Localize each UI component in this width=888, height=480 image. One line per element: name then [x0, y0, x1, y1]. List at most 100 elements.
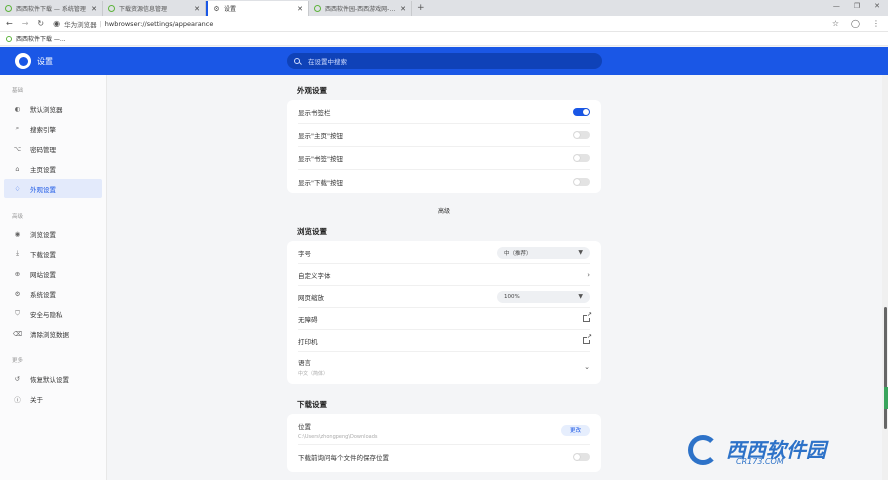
info-icon: ⓘ [14, 395, 21, 404]
site-info-icon[interactable]: ◉ [53, 19, 60, 28]
setting-label: 字号 [298, 249, 311, 258]
tab-title: 西西软件园-西西游戏网-多彩 [325, 6, 398, 13]
bookmarks-button-toggle[interactable] [573, 154, 590, 162]
search-icon [294, 58, 300, 64]
change-location-button[interactable]: 更改 [560, 424, 590, 436]
avatar-icon[interactable]: ◯ [851, 19, 860, 28]
setting-label: 自定义字体 [298, 271, 331, 280]
browsing-section-title: 浏览设置 [297, 227, 327, 236]
forward-icon[interactable]: → [22, 19, 29, 28]
new-tab-icon[interactable]: + [417, 3, 425, 13]
setting-row-bookmarks-button: 显示"书签"按钮 [298, 147, 590, 170]
tab-favicon-icon [108, 5, 115, 12]
sidebar-item-label: 搜索引擎 [30, 125, 56, 134]
close-icon[interactable]: ✕ [194, 5, 200, 13]
chevron-down-icon: ⌄ [584, 363, 590, 371]
default-browser-icon: ◐ [14, 104, 21, 113]
gear-icon: ⚙ [213, 4, 220, 13]
tab-3[interactable]: 西西软件园-西西游戏网-多彩 ✕ [309, 1, 412, 16]
setting-row-printer[interactable]: 打印机 [298, 330, 592, 352]
sidebar-item-label: 外观设置 [30, 185, 56, 194]
setting-label-group: 语言 中文（简体） [298, 357, 584, 377]
page-scrollbar[interactable] [882, 75, 888, 480]
browser-logo-icon [15, 53, 31, 69]
gear-icon: ⚙ [14, 289, 21, 298]
sidebar-item-homepage[interactable]: ⌂ 主页设置 [4, 159, 102, 178]
setting-label: 打印机 [298, 337, 318, 346]
tab-0[interactable]: 西西软件下载 — 系统管理 ✕ [0, 1, 103, 16]
external-link-icon [583, 311, 592, 322]
bookmarks-bar-toggle[interactable] [573, 108, 590, 116]
setting-label: 位置 [298, 422, 311, 431]
home-icon: ⌂ [15, 164, 20, 173]
language-value: 中文（简体） [298, 371, 329, 377]
sidebar-item-passwords[interactable]: ⌥ 密码管理 [4, 139, 102, 158]
sidebar-item-label: 清除浏览数据 [30, 330, 69, 339]
minimize-icon[interactable]: — [833, 2, 840, 10]
tab-title: 设置 [224, 6, 237, 13]
setting-label: 显示"主页"按钮 [298, 132, 343, 140]
menu-icon[interactable]: ⋮ [872, 19, 880, 28]
sidebar: 基础 ◐ 默认浏览器 ⌕ 搜索引擎 ⌥ 密码管理 ⌂ 主页设置 ♢ 外观设置 高级 ◉ 浏览… [0, 75, 107, 480]
sidebar-item-reset[interactable]: ↺ 恢复默认设置 [4, 369, 102, 388]
back-icon[interactable]: ← [6, 19, 13, 28]
reload-icon[interactable]: ↻ [37, 19, 44, 28]
close-window-icon[interactable]: ✕ [874, 2, 880, 10]
sidebar-item-system[interactable]: ⚙ 系统设置 [4, 284, 102, 303]
watermark-logo: 西西软件园 CR173.COM [688, 432, 868, 468]
zoom-select[interactable]: 100% ▼ [497, 290, 590, 303]
star-icon[interactable]: ☆ [832, 19, 839, 28]
setting-row-font-size[interactable]: 字号 中（推荐） ▼ [298, 242, 590, 264]
appearance-section-title: 外观设置 [297, 86, 327, 95]
sidebar-item-search-engine[interactable]: ⌕ 搜索引擎 [4, 119, 102, 138]
sidebar-item-about[interactable]: ⓘ 关于 [4, 389, 102, 408]
settings-search-input[interactable]: 在设置中搜索 [287, 53, 602, 69]
setting-row-language[interactable]: 语言 中文（简体） ⌄ [298, 352, 590, 382]
bookmark-item[interactable]: 西西软件下载 —... [16, 34, 66, 43]
chevron-right-icon: › [587, 270, 590, 279]
close-icon[interactable]: ✕ [91, 5, 97, 13]
setting-row-zoom[interactable]: 网页缩放 100% ▼ [298, 286, 590, 308]
ask-location-toggle[interactable] [573, 453, 590, 461]
home-button-toggle[interactable] [573, 131, 590, 139]
appearance-card: 显示书签栏 显示"主页"按钮 显示"书签"按钮 显示"下载"按钮 [287, 100, 601, 193]
tab-1[interactable]: 下载资源信息管理 ✕ [103, 1, 206, 16]
address-bar[interactable]: ◉ 华为浏览器 | hwbrowser://settings/appearanc… [53, 19, 213, 29]
font-size-select[interactable]: 中（推荐） ▼ [497, 246, 590, 259]
sidebar-item-label: 默认浏览器 [30, 105, 63, 114]
download-button-toggle[interactable] [573, 177, 590, 186]
setting-label: 网页缩放 [298, 293, 324, 302]
sidebar-item-label: 恢复默认设置 [30, 375, 69, 384]
sidebar-item-appearance[interactable]: ♢ 外观设置 [4, 179, 102, 198]
settings-header: 设置 在设置中搜索 [0, 47, 888, 75]
sidebar-item-clear-data[interactable]: ⌫ 清除浏览数据 [4, 324, 102, 343]
close-icon[interactable]: ✕ [400, 5, 406, 13]
sidebar-item-label: 下载设置 [30, 250, 56, 259]
sidebar-item-label: 网站设置 [30, 270, 56, 279]
setting-row-download-button: 显示"下载"按钮 [298, 170, 590, 193]
sidebar-item-privacy[interactable]: ⛉ 安全与隐私 [4, 304, 102, 323]
tab-strip: 西西软件下载 — 系统管理 ✕ 下载资源信息管理 ✕ ⚙ 设置 ✕ 西西软件园-… [0, 0, 888, 16]
close-icon[interactable]: ✕ [297, 5, 303, 13]
watermark-url: CR173.COM [736, 457, 784, 466]
setting-row-custom-font[interactable]: 自定义字体 › [298, 264, 590, 286]
globe-icon: ⊕ [14, 269, 21, 278]
sidebar-item-sites[interactable]: ⊕ 网站设置 [4, 264, 102, 283]
sidebar-item-label: 浏览设置 [30, 230, 56, 239]
sidebar-item-downloads[interactable]: ⤓ 下载设置 [4, 244, 102, 263]
scrollbar-thumb[interactable] [884, 307, 887, 429]
setting-row-accessibility[interactable]: 无障碍 [298, 308, 592, 330]
browsing-card: 字号 中（推荐） ▼ 自定义字体 › 网页缩放 100% ▼ 无障碍 打印机 语言 … [287, 241, 601, 384]
sidebar-item-default-browser[interactable]: ◐ 默认浏览器 [4, 99, 102, 118]
setting-label: 显示"下载"按钮 [298, 178, 343, 187]
sidebar-item-browsing[interactable]: ◉ 浏览设置 [4, 224, 102, 243]
toolbar-actions: ☆ ◯ ⋮ [832, 19, 880, 28]
restore-icon[interactable]: ❐ [854, 2, 860, 10]
tab-favicon-icon [314, 5, 321, 12]
sidebar-section-title: 高级 [12, 214, 24, 220]
setting-row-download-location: 位置 C:\Users\zhongpeng\Downloads 更改 [298, 416, 590, 445]
sidebar-item-label: 系统设置 [30, 290, 56, 299]
sidebar-section-title: 更多 [12, 358, 24, 364]
tab-2[interactable]: ⚙ 设置 ✕ [206, 1, 309, 16]
appearance-icon: ♢ [14, 184, 21, 193]
